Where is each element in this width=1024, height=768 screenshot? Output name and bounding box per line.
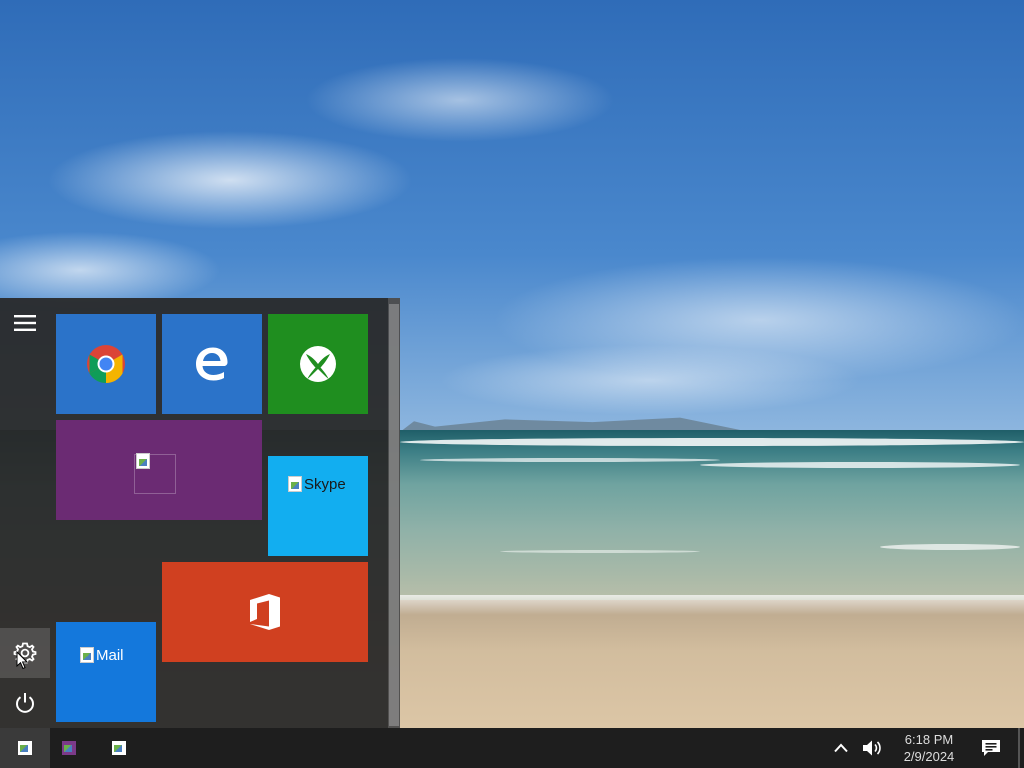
- action-center-button[interactable]: [966, 728, 1016, 768]
- chrome-icon: [87, 345, 125, 384]
- broken-image-icon: [136, 453, 150, 469]
- taskbar-clock[interactable]: 6:18 PM 2/9/2024: [890, 728, 968, 768]
- office-tile[interactable]: [162, 562, 368, 662]
- start-menu-scroll-thumb[interactable]: [389, 304, 399, 726]
- broken-image-icon: [80, 647, 94, 663]
- purple-app-image: [136, 453, 150, 469]
- edge-tile[interactable]: [162, 314, 262, 414]
- show-desktop-button[interactable]: [1018, 728, 1020, 768]
- mail-image: Mail: [80, 647, 124, 665]
- skype-alt-text: Skype: [304, 476, 346, 493]
- power-icon: [16, 693, 34, 713]
- chevron-up-icon: [834, 743, 848, 753]
- broken-image-icon: [62, 741, 76, 755]
- broken-image-icon: [112, 741, 126, 755]
- broken-image-icon: [18, 741, 32, 755]
- start-button[interactable]: [0, 728, 50, 768]
- taskbar: 6:18 PM 2/9/2024: [0, 728, 1024, 768]
- mail-alt-text: Mail: [96, 647, 124, 664]
- chrome-tile[interactable]: [56, 314, 156, 414]
- menu-button[interactable]: [0, 298, 50, 348]
- broken-image-icon: [288, 476, 302, 492]
- show-hidden-icons-button[interactable]: [828, 728, 854, 768]
- shoreline: [400, 595, 1024, 615]
- edge-icon: [196, 347, 228, 381]
- xbox-tile[interactable]: [268, 314, 368, 414]
- skype-tile[interactable]: [268, 456, 368, 556]
- taskbar-app[interactable]: [94, 728, 144, 768]
- start-menu: [0, 298, 400, 728]
- xbox-icon: [300, 346, 336, 382]
- clock-date: 2/9/2024: [903, 749, 955, 764]
- clock-time: 6:18 PM: [904, 732, 954, 747]
- hamburger-icon: [14, 315, 36, 331]
- skype-image: Skype: [288, 476, 346, 494]
- volume-icon: [863, 740, 881, 756]
- taskbar-app[interactable]: [44, 728, 94, 768]
- office-icon: [250, 594, 280, 630]
- power-button[interactable]: [0, 678, 50, 728]
- volume-button[interactable]: [858, 728, 886, 768]
- mail-tile[interactable]: [56, 622, 156, 722]
- mouse-cursor-icon: [16, 651, 28, 670]
- notification-icon: [982, 740, 1000, 756]
